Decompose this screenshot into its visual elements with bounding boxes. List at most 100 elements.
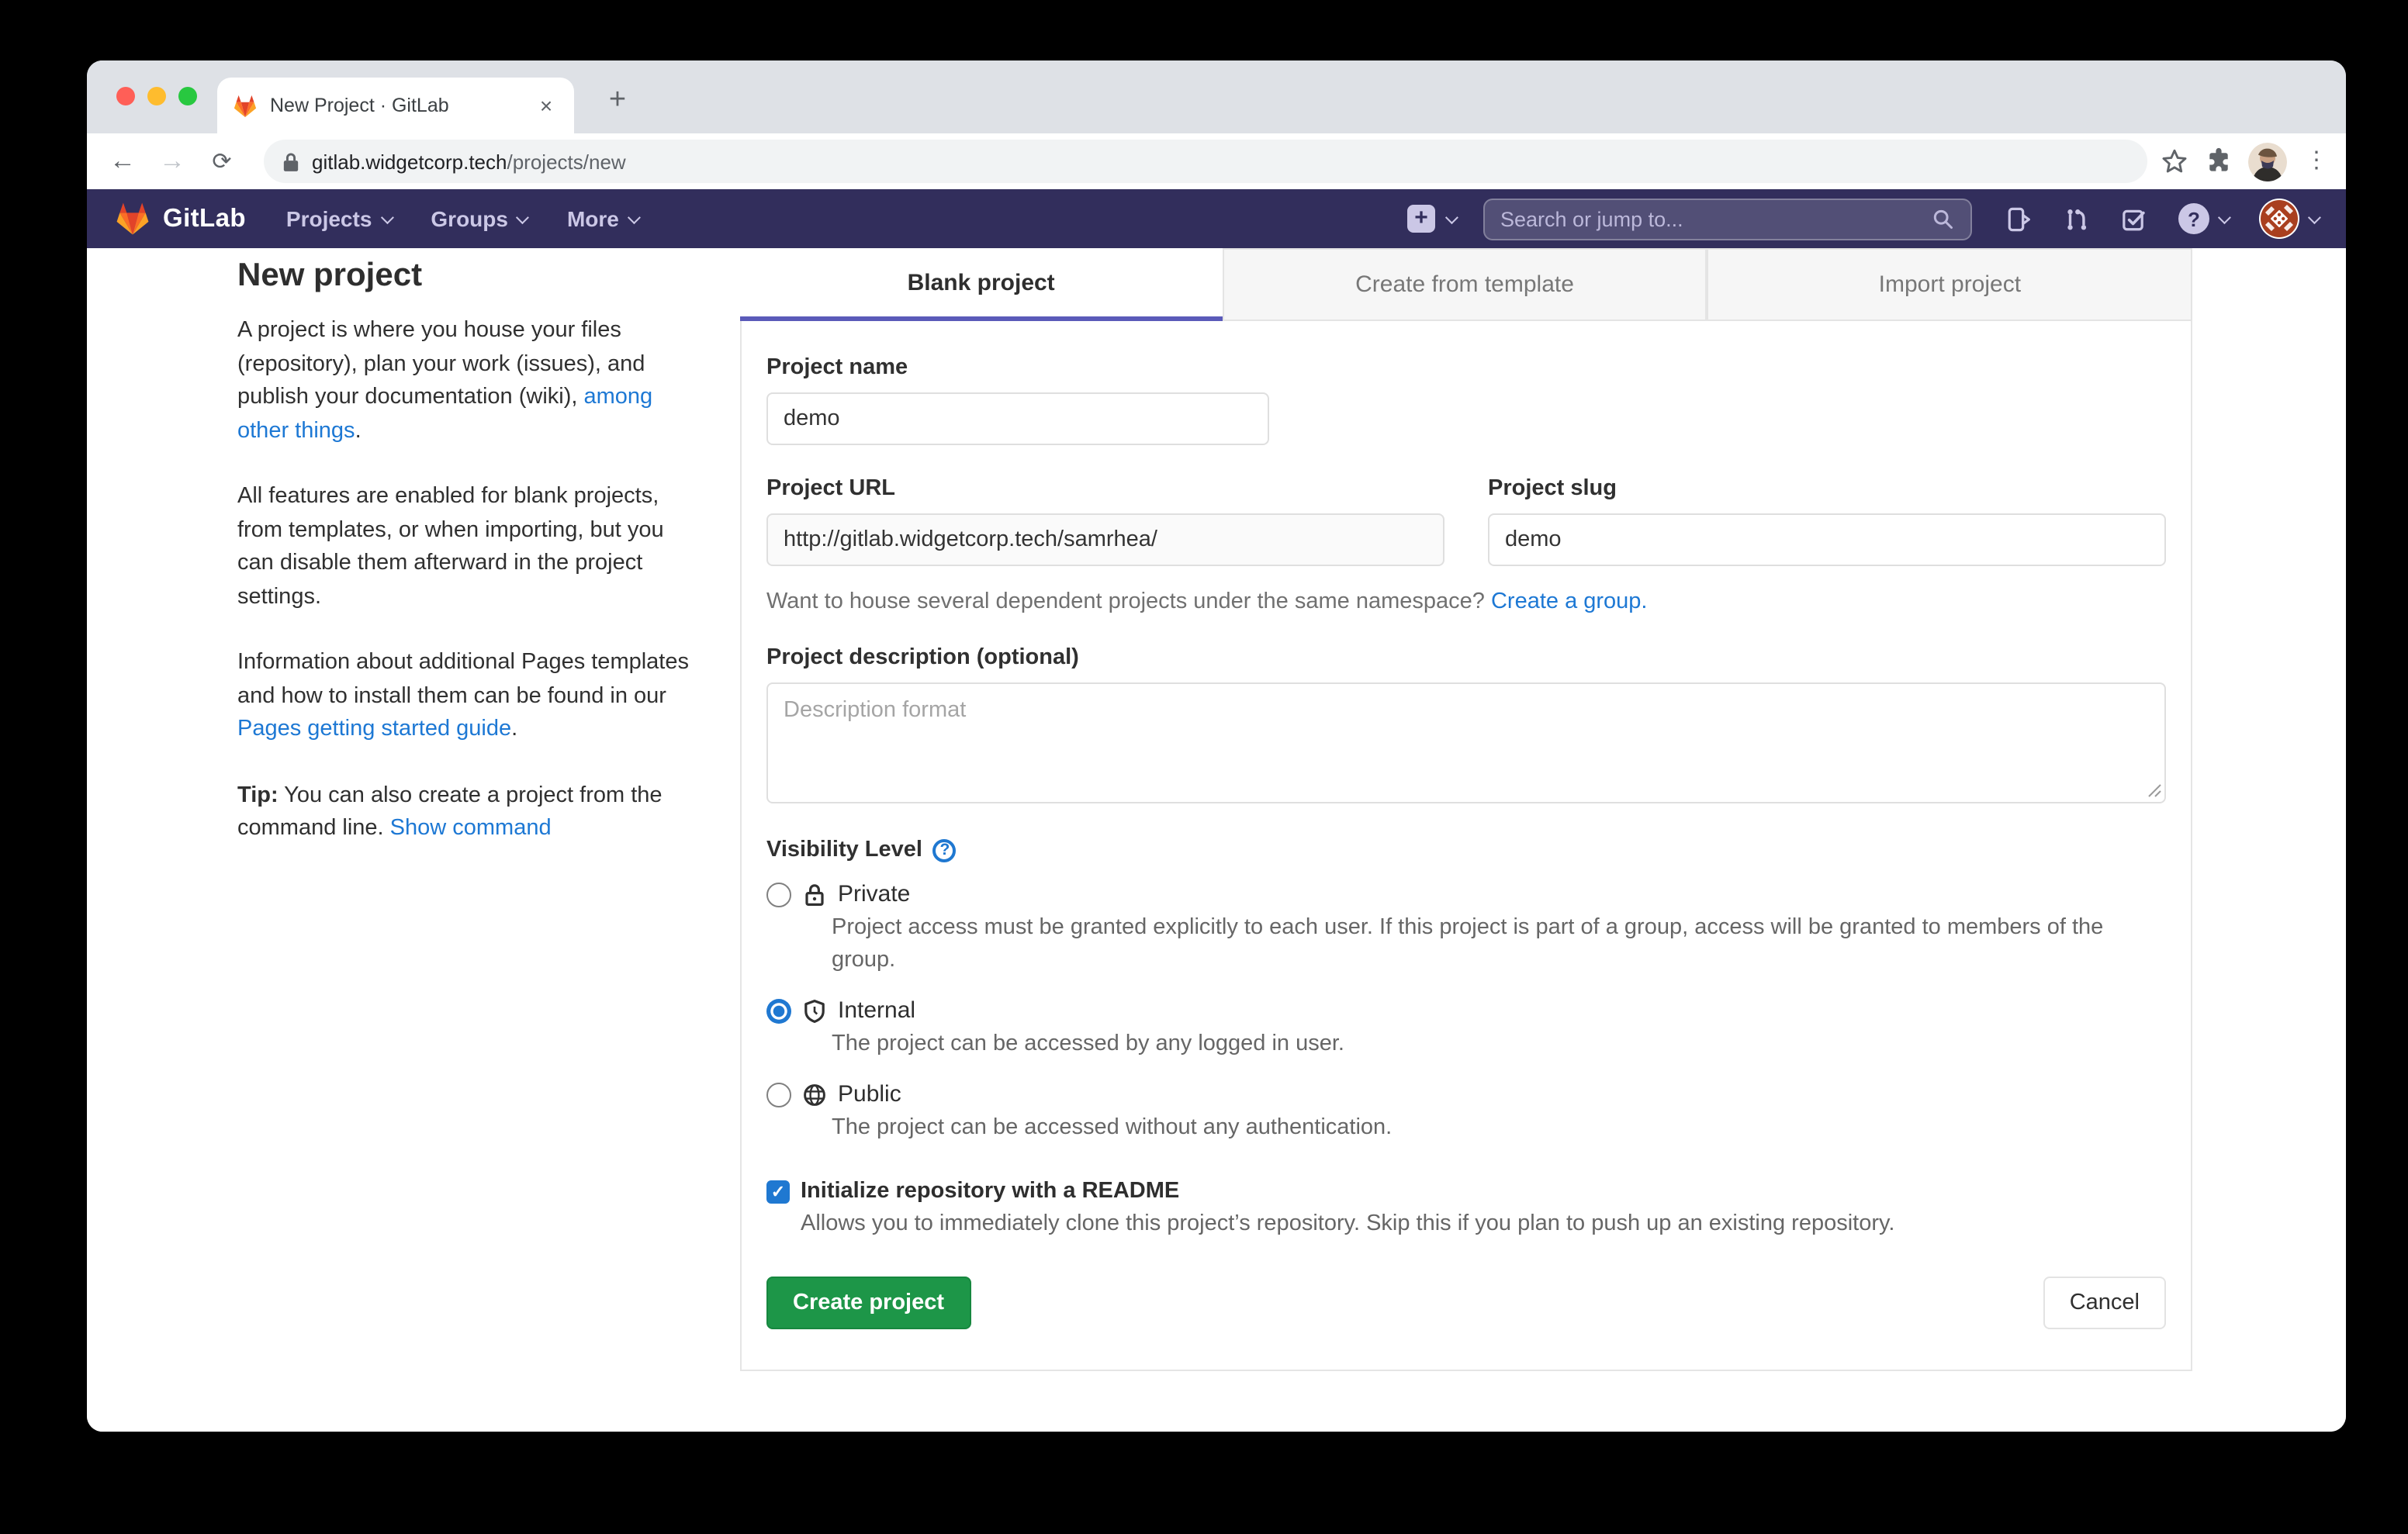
public-option-description: The project can be accessed without any … <box>832 1112 2166 1145</box>
chevron-down-icon <box>2218 211 2231 224</box>
project-description-textarea[interactable] <box>766 682 2166 803</box>
nav-more-menu[interactable]: More <box>567 206 638 231</box>
project-type-tabs: Blank project Create from template Impor… <box>740 248 2192 321</box>
readme-label[interactable]: Initialize repository with a README <box>801 1179 1179 1204</box>
cancel-button[interactable]: Cancel <box>2043 1277 2166 1329</box>
lock-secure-icon <box>282 151 299 171</box>
page-content: New project A project is where you house… <box>87 248 2346 1432</box>
plus-icon <box>1407 205 1435 233</box>
tab-blank-project[interactable]: Blank project <box>740 248 1222 321</box>
project-description-label: Project description (optional) <box>766 645 2166 670</box>
create-project-button[interactable]: Create project <box>766 1277 970 1329</box>
internal-option-label[interactable]: Internal <box>838 997 915 1024</box>
chevron-down-icon <box>380 211 393 224</box>
gitlab-wordmark: GitLab <box>163 204 246 233</box>
address-bar[interactable]: gitlab.widgetcorp.tech/projects/new <box>264 140 2147 183</box>
new-project-sidebar: New project A project is where you house… <box>237 257 692 879</box>
new-project-panel: Blank project Create from template Impor… <box>740 248 2192 1371</box>
url-domain: gitlab.widgetcorp.tech <box>312 150 507 173</box>
new-item-menu[interactable] <box>1407 205 1455 233</box>
tab-close-icon[interactable] <box>534 93 559 118</box>
merge-request-icon[interactable] <box>2064 206 2090 232</box>
readme-checkbox[interactable] <box>766 1180 790 1203</box>
private-option-label[interactable]: Private <box>838 881 910 907</box>
sidebar-paragraph: All features are enabled for blank proje… <box>237 481 692 614</box>
gitlab-navbar: GitLab Projects Groups More <box>87 189 2346 248</box>
namespace-hint: Want to house several dependent projects… <box>766 589 2166 614</box>
minimize-window-button[interactable] <box>147 87 166 105</box>
todos-icon[interactable] <box>2121 206 2147 232</box>
internal-radio[interactable] <box>766 998 791 1023</box>
chevron-down-icon <box>517 211 530 224</box>
create-group-link[interactable]: Create a group. <box>1491 589 1648 614</box>
blank-project-form: Project name Project URL Project slug Wa… <box>740 321 2192 1371</box>
form-actions: Create project Cancel <box>766 1277 2166 1329</box>
browser-window: New Project · GitLab gitlab.widgetcorp.t… <box>87 60 2346 1432</box>
help-menu[interactable] <box>2178 203 2228 234</box>
url-text: gitlab.widgetcorp.tech/projects/new <box>312 150 626 173</box>
sidebar-tip: Tip: You can also create a project from … <box>237 779 692 846</box>
reload-button[interactable] <box>202 141 242 181</box>
chevron-down-icon <box>2308 211 2321 224</box>
navbar-icons <box>2006 199 2318 239</box>
forward-button[interactable] <box>152 141 192 181</box>
public-radio[interactable] <box>766 1082 791 1107</box>
new-tab-button[interactable] <box>599 84 636 121</box>
issues-icon[interactable] <box>2006 206 2033 232</box>
chevron-down-icon <box>628 211 641 224</box>
project-url-input[interactable] <box>766 513 1444 566</box>
search-icon <box>1932 207 1955 230</box>
project-name-input[interactable] <box>766 392 1269 445</box>
visibility-level-label: Visibility Level <box>766 838 2166 862</box>
private-radio[interactable] <box>766 882 791 907</box>
nav-projects-menu[interactable]: Projects <box>286 206 391 231</box>
gitlab-logo-icon <box>115 202 150 236</box>
tab-strip: New Project · GitLab <box>87 60 2346 133</box>
nav-groups-menu[interactable]: Groups <box>431 206 527 231</box>
sidebar-paragraph: Information about additional Pages templ… <box>237 647 692 747</box>
page-title: New project <box>237 257 692 295</box>
visibility-option-internal: Internal The project can be accessed by … <box>766 997 2166 1061</box>
internal-option-description: The project can be accessed by any logge… <box>832 1028 2166 1061</box>
zoom-window-button[interactable] <box>178 87 197 105</box>
extensions-puzzle-icon[interactable] <box>2205 147 2233 175</box>
sidebar-paragraph: A project is where you house your files … <box>237 315 692 448</box>
show-command-link[interactable]: Show command <box>390 816 552 841</box>
visibility-help-icon[interactable] <box>933 838 957 862</box>
toolbar-right <box>2160 142 2330 181</box>
visibility-option-private: Private Project access must be granted e… <box>766 881 2166 977</box>
readme-description: Allows you to immediately clone this pro… <box>801 1211 2166 1236</box>
chevron-down-icon <box>1445 211 1458 224</box>
browser-menu-icon[interactable] <box>2302 143 2330 180</box>
user-menu[interactable] <box>2259 199 2318 239</box>
shield-icon <box>802 998 827 1023</box>
bookmark-star-icon[interactable] <box>2160 147 2189 176</box>
user-avatar <box>2259 199 2299 239</box>
search-input[interactable] <box>1500 207 1932 230</box>
tab-create-from-template[interactable]: Create from template <box>1222 248 1707 321</box>
project-url-label: Project URL <box>766 476 1444 501</box>
tab-import-project[interactable]: Import project <box>1707 248 2192 321</box>
project-name-label: Project name <box>766 355 2166 380</box>
browser-tab[interactable]: New Project · GitLab <box>217 78 574 133</box>
back-button[interactable] <box>102 141 143 181</box>
project-slug-label: Project slug <box>1488 476 2166 501</box>
readme-option: Initialize repository with a README <box>766 1179 2166 1204</box>
window-controls <box>116 87 197 105</box>
public-option-label[interactable]: Public <box>838 1081 901 1107</box>
help-icon <box>2178 203 2209 234</box>
pages-guide-link[interactable]: Pages getting started guide <box>237 717 511 741</box>
browser-toolbar: gitlab.widgetcorp.tech/projects/new <box>87 133 2346 189</box>
gitlab-home-link[interactable]: GitLab <box>115 202 246 236</box>
lock-icon <box>802 882 827 907</box>
resize-handle[interactable] <box>2147 783 2161 797</box>
close-window-button[interactable] <box>116 87 135 105</box>
global-search[interactable] <box>1483 198 1972 240</box>
url-path: /projects/new <box>507 150 626 173</box>
browser-profile-avatar[interactable] <box>2248 142 2287 181</box>
tab-title: New Project · GitLab <box>270 95 521 116</box>
project-slug-input[interactable] <box>1488 513 2166 566</box>
tip-label: Tip: <box>237 783 279 807</box>
gitlab-favicon <box>233 94 258 117</box>
visibility-option-public: Public The project can be accessed witho… <box>766 1081 2166 1145</box>
